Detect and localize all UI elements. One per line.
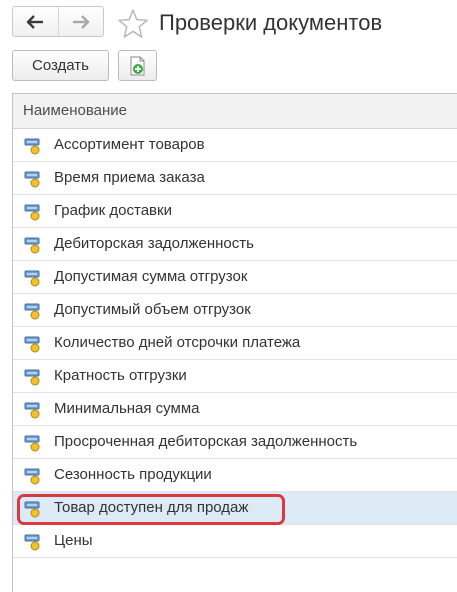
check-item-icon (24, 204, 40, 221)
table-row[interactable]: Товар доступен для продаж (13, 492, 457, 525)
table-row[interactable]: Кратность отгрузки (13, 360, 457, 393)
row-label: Время приема заказа (54, 169, 205, 186)
check-item-icon (24, 270, 40, 287)
page-title: Проверки документов (159, 10, 383, 35)
create-button[interactable]: Создать (12, 50, 109, 81)
table-row[interactable]: Количество дней отсрочки платежа (13, 327, 457, 360)
check-item-icon (24, 435, 40, 452)
table-row[interactable]: Дебиторская задолженность (13, 228, 457, 261)
row-label: Количество дней отсрочки платежа (54, 334, 301, 351)
check-item-icon (24, 336, 40, 353)
table-row[interactable]: Цены (13, 525, 457, 558)
table-row[interactable]: Время приема заказа (13, 162, 457, 195)
check-item-icon (24, 468, 40, 485)
row-label: Допустимый объем отгрузок (54, 301, 251, 318)
check-item-icon (24, 501, 40, 518)
table-body: Ассортимент товаров Время приема заказа … (13, 129, 457, 558)
row-label: Минимальная сумма (54, 400, 200, 417)
row-label: Кратность отгрузки (54, 367, 187, 384)
back-button[interactable] (13, 7, 58, 36)
row-label: Допустимая сумма отгрузок (54, 268, 248, 285)
window: Проверки документов Создать Наименование… (0, 0, 457, 592)
documents-table: Наименование Ассортимент товаров Время п… (12, 93, 457, 592)
arrow-left-icon (27, 14, 44, 29)
row-label: Сезонность продукции (54, 466, 212, 483)
arrow-right-icon (72, 14, 89, 29)
table-row[interactable]: График доставки (13, 195, 457, 228)
check-item-icon (24, 369, 40, 386)
table-row[interactable]: Допустимая сумма отгрузок (13, 261, 457, 294)
check-item-icon (24, 237, 40, 254)
table-row[interactable]: Сезонность продукции (13, 459, 457, 492)
forward-button[interactable] (57, 7, 104, 36)
table-row[interactable]: Просроченная дебиторская задолженность (13, 426, 457, 459)
check-item-icon (24, 534, 40, 551)
check-item-icon (24, 171, 40, 188)
table-row[interactable]: Ассортимент товаров (13, 129, 457, 162)
row-label: Товар доступен для продаж (54, 499, 249, 516)
star-icon[interactable] (117, 8, 149, 40)
navigation-buttons (12, 6, 104, 37)
check-item-icon (24, 303, 40, 320)
check-item-icon (24, 138, 40, 155)
table-row[interactable]: Минимальная сумма (13, 393, 457, 426)
add-document-icon (130, 56, 144, 75)
row-label: Дебиторская задолженность (54, 235, 254, 252)
row-label: Просроченная дебиторская задолженность (54, 433, 358, 450)
row-label: Ассортимент товаров (54, 136, 205, 153)
check-item-icon (24, 402, 40, 419)
table-row[interactable]: Допустимый объем отгрузок (13, 294, 457, 327)
column-header-name[interactable]: Наименование (13, 94, 457, 129)
row-label: График доставки (54, 202, 172, 219)
row-label: Цены (54, 532, 93, 549)
add-document-button[interactable] (118, 50, 157, 81)
